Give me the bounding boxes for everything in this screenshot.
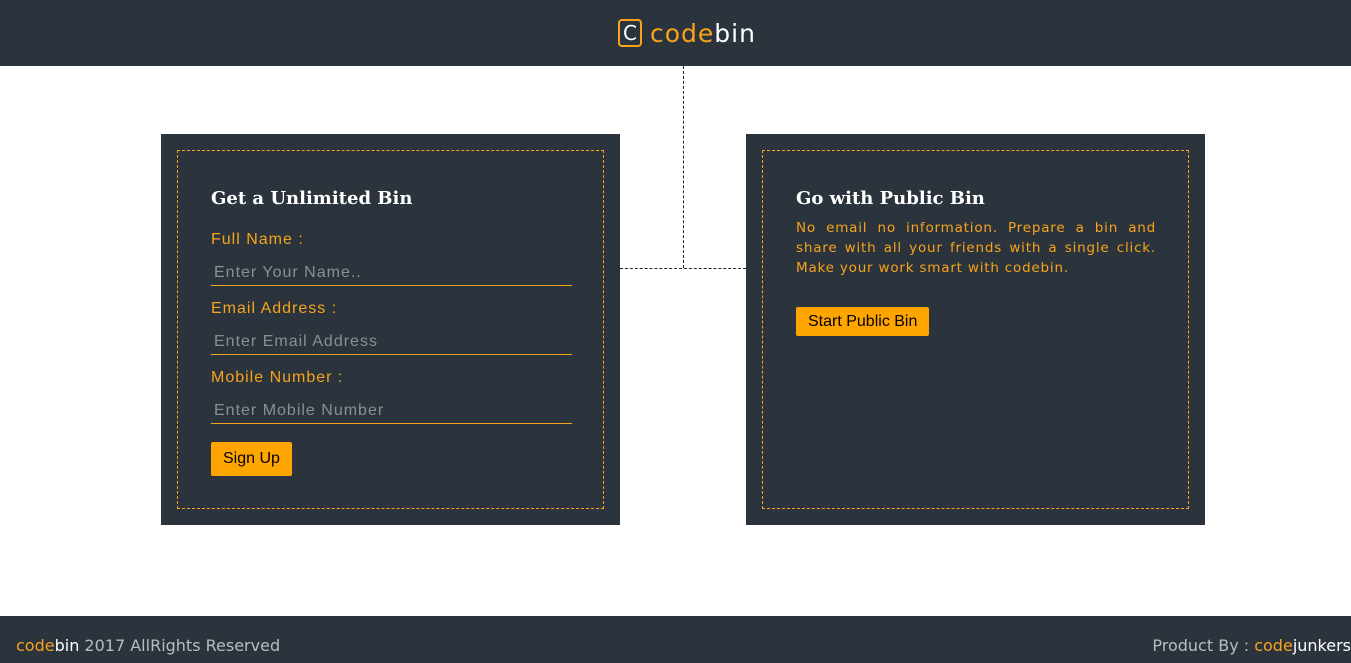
connector-horizontal-line bbox=[620, 268, 746, 269]
public-bin-panel: Go with Public Bin No email no informati… bbox=[746, 134, 1205, 525]
footer-company-accent[interactable]: code bbox=[1254, 636, 1293, 655]
footer-product-by: Product By : bbox=[1152, 636, 1255, 655]
connector-vertical-line bbox=[683, 66, 684, 268]
logo-text-light: bin bbox=[714, 18, 756, 48]
footer-company-light[interactable]: junkers bbox=[1293, 636, 1351, 655]
unlimited-bin-inner-border: Get a Unlimited Bin Full Name : Email Ad… bbox=[177, 150, 604, 509]
footer-copyright-text: 2017 AllRights Reserved bbox=[79, 636, 281, 655]
codebin-logo[interactable]: C codebin bbox=[618, 17, 756, 49]
footer-brand-light: bin bbox=[54, 636, 80, 655]
start-public-bin-button[interactable]: Start Public Bin bbox=[796, 307, 930, 336]
public-bin-description: No email no information. Prepare a bin a… bbox=[796, 220, 1156, 276]
logo-mark-icon: C bbox=[618, 19, 642, 47]
footer-copyright: codebin 2017 AllRights Reserved bbox=[16, 636, 280, 655]
logo-text-accent: code bbox=[650, 18, 715, 48]
footer: codebin 2017 AllRights Reserved Product … bbox=[0, 616, 1351, 663]
mobile-number-label: Mobile Number : bbox=[211, 369, 344, 386]
logo-text: codebin bbox=[650, 19, 756, 48]
footer-credit: Product By : codejunkers bbox=[1152, 636, 1351, 655]
full-name-input[interactable] bbox=[211, 260, 572, 286]
sign-up-button[interactable]: Sign Up bbox=[211, 442, 292, 476]
email-address-input[interactable] bbox=[211, 329, 572, 355]
mobile-number-input[interactable] bbox=[211, 398, 572, 424]
email-address-label: Email Address : bbox=[211, 300, 338, 317]
unlimited-bin-title: Get a Unlimited Bin bbox=[211, 188, 413, 209]
unlimited-bin-panel: Get a Unlimited Bin Full Name : Email Ad… bbox=[161, 134, 620, 525]
public-bin-inner-border: Go with Public Bin No email no informati… bbox=[762, 150, 1189, 509]
public-bin-title: Go with Public Bin bbox=[796, 188, 985, 209]
top-header: C codebin bbox=[0, 0, 1351, 66]
footer-brand-accent: code bbox=[16, 636, 55, 655]
full-name-label: Full Name : bbox=[211, 231, 304, 248]
